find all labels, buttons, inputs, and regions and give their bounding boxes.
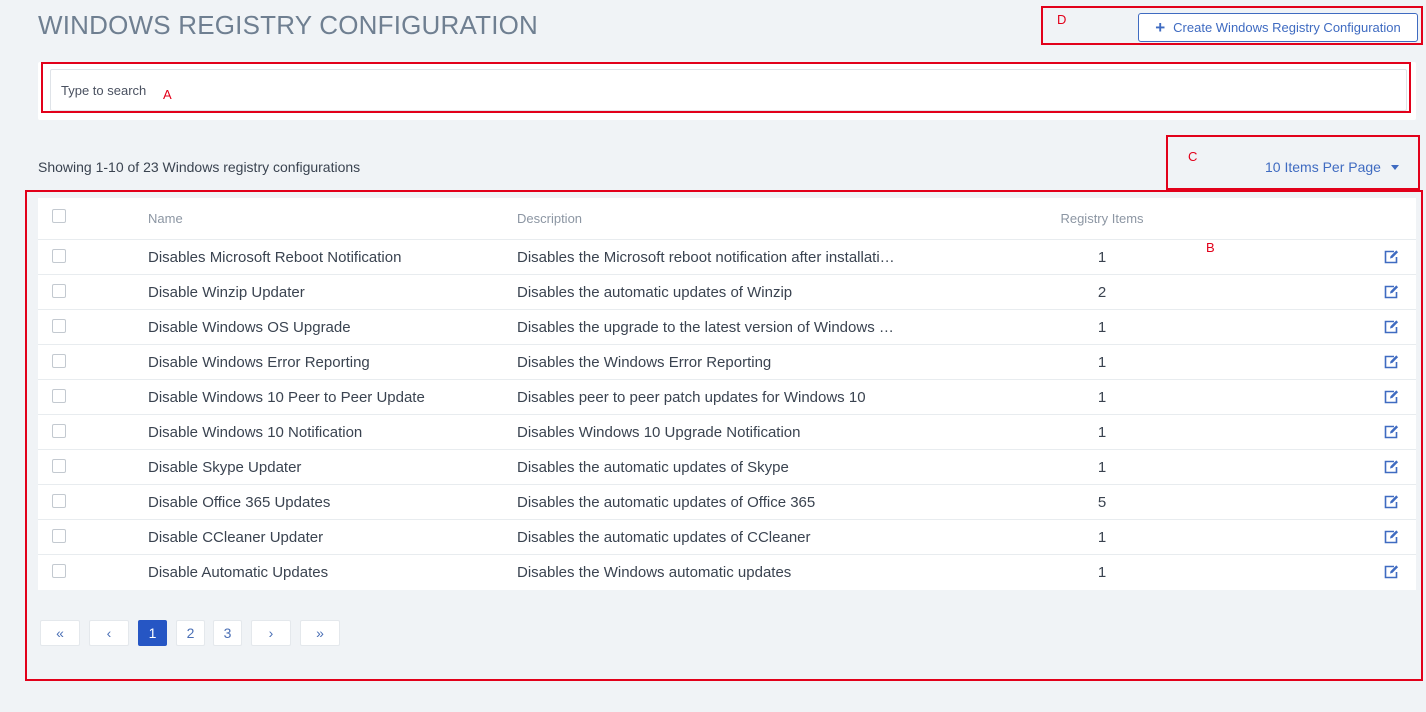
previous-page-button[interactable]: ‹: [89, 620, 129, 646]
row-checkbox[interactable]: [52, 249, 66, 263]
page-button-2[interactable]: 2: [176, 620, 205, 646]
row-description: Disables the automatic updates of Winzip: [517, 283, 793, 301]
row-description: Disables Windows 10 Upgrade Notification: [517, 423, 801, 441]
edit-icon[interactable]: [1383, 284, 1399, 300]
row-description: Disables peer to peer patch updates for …: [517, 388, 866, 406]
page-button-1[interactable]: 1: [138, 620, 167, 646]
table-row: Disable Automatic Updates Disables the W…: [38, 554, 1416, 589]
row-checkbox[interactable]: [52, 284, 66, 298]
row-checkbox[interactable]: [52, 424, 66, 438]
edit-icon[interactable]: [1383, 459, 1399, 475]
column-header-description[interactable]: Description: [517, 198, 922, 239]
table-row: Disable Windows Error Reporting Disables…: [38, 344, 1416, 379]
table-row: Disable Winzip Updater Disables the auto…: [38, 274, 1416, 309]
plus-icon: +: [1155, 18, 1166, 37]
row-description: Disables the automatic updates of Office…: [517, 493, 816, 511]
page-title: WINDOWS REGISTRY CONFIGURATION: [38, 10, 539, 40]
results-summary: Showing 1-10 of 23 Windows registry conf…: [38, 159, 361, 175]
row-description: Disables the Windows Error Reporting: [517, 353, 772, 371]
search-card: [38, 62, 1416, 120]
edit-icon[interactable]: [1383, 319, 1399, 335]
row-checkbox[interactable]: [52, 319, 66, 333]
row-name: Disable Windows Error Reporting: [148, 353, 370, 371]
table-row: Disable CCleaner Updater Disables the au…: [38, 519, 1416, 554]
table-row: Disable Skype Updater Disables the autom…: [38, 449, 1416, 484]
row-registry-items: 1: [1097, 528, 1107, 546]
create-button-label: Create Windows Registry Configuration: [1173, 20, 1401, 35]
select-all-checkbox[interactable]: [52, 209, 66, 223]
edit-icon[interactable]: [1383, 354, 1399, 370]
row-description: Disables the upgrade to the latest versi…: [517, 318, 894, 336]
edit-icon[interactable]: [1383, 389, 1399, 405]
edit-icon[interactable]: [1383, 494, 1399, 510]
last-page-button[interactable]: »: [300, 620, 340, 646]
annotation-label-c: C: [1188, 149, 1198, 164]
row-checkbox[interactable]: [52, 354, 66, 368]
row-description: Disables the automatic updates of Skype: [517, 458, 789, 476]
row-registry-items: 1: [1097, 353, 1107, 371]
next-page-button[interactable]: ›: [251, 620, 291, 646]
row-checkbox[interactable]: [52, 529, 66, 543]
row-description: Disables the automatic updates of CClean…: [517, 528, 811, 546]
row-name: Disable CCleaner Updater: [148, 528, 324, 546]
column-header-name[interactable]: Name: [148, 198, 503, 239]
edit-icon[interactable]: [1383, 564, 1399, 580]
create-registry-configuration-button[interactable]: + Create Windows Registry Configuration: [1138, 13, 1418, 42]
row-registry-items: 1: [1097, 563, 1107, 581]
row-checkbox[interactable]: [52, 389, 66, 403]
registry-configuration-page: WINDOWS REGISTRY CONFIGURATION + Create …: [0, 0, 1426, 712]
row-checkbox[interactable]: [52, 459, 66, 473]
row-registry-items: 1: [1097, 423, 1107, 441]
row-description: Disables the Microsoft reboot notificati…: [517, 248, 895, 266]
table-row: Disable Windows OS Upgrade Disables the …: [38, 309, 1416, 344]
caret-down-icon: [1390, 164, 1399, 170]
row-name: Disables Microsoft Reboot Notification: [148, 248, 402, 266]
row-registry-items: 1: [1097, 248, 1107, 266]
row-name: Disable Office 365 Updates: [148, 493, 331, 511]
registry-configurations-table: Name Description Registry Items Disables…: [38, 198, 1416, 590]
row-name: Disable Windows OS Upgrade: [148, 318, 351, 336]
row-name: Disable Skype Updater: [148, 458, 302, 476]
page-button-3[interactable]: 3: [213, 620, 242, 646]
row-name: Disable Automatic Updates: [148, 563, 329, 581]
table-row: Disable Windows 10 Notification Disables…: [38, 414, 1416, 449]
edit-icon[interactable]: [1383, 249, 1399, 265]
row-registry-items: 1: [1097, 318, 1107, 336]
first-page-button[interactable]: «: [40, 620, 80, 646]
items-per-page-dropdown[interactable]: 10 Items Per Page: [1265, 159, 1399, 175]
row-registry-items: 2: [1097, 283, 1107, 301]
items-per-page-label: 10 Items Per Page: [1265, 159, 1381, 175]
row-checkbox[interactable]: [52, 564, 66, 578]
row-registry-items: 1: [1097, 388, 1107, 406]
row-name: Disable Windows 10 Peer to Peer Update: [148, 388, 425, 406]
row-registry-items: 5: [1097, 493, 1107, 511]
table-row: Disable Office 365 Updates Disables the …: [38, 484, 1416, 519]
row-registry-items: 1: [1097, 458, 1107, 476]
row-name: Disable Windows 10 Notification: [148, 423, 363, 441]
annotation-label-b: B: [1206, 240, 1215, 255]
edit-icon[interactable]: [1383, 424, 1399, 440]
annotation-label-a: A: [163, 87, 172, 102]
annotation-label-d: D: [1057, 12, 1067, 27]
row-name: Disable Winzip Updater: [148, 283, 305, 301]
table-header-row: Name Description Registry Items: [38, 198, 1416, 239]
table-row: Disable Windows 10 Peer to Peer Update D…: [38, 379, 1416, 414]
row-description: Disables the Windows automatic updates: [517, 563, 792, 581]
search-input[interactable]: [50, 69, 1407, 111]
row-checkbox[interactable]: [52, 494, 66, 508]
edit-icon[interactable]: [1383, 529, 1399, 545]
column-header-registry-items[interactable]: Registry Items: [1038, 198, 1166, 239]
